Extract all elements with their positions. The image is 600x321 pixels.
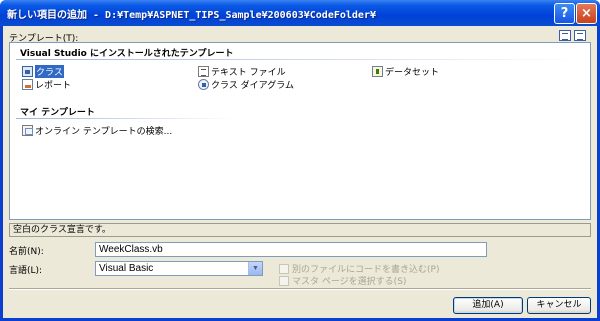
my-templates-heading: マイ テンプレート (20, 108, 95, 118)
template-item-label: レポート (35, 80, 72, 91)
template-item-text-file[interactable]: テキスト ファイル (198, 65, 286, 78)
option-select-master-page[interactable]: マスタ ページを選択する(S) (279, 275, 407, 287)
class-diagram-icon (198, 78, 209, 90)
checkbox[interactable] (279, 275, 289, 286)
template-item-label: テキスト ファイル (211, 67, 286, 78)
checkbox[interactable] (279, 263, 289, 274)
template-item-class-diagram[interactable]: クラス ダイアグラム (198, 78, 294, 91)
template-item-label: オンライン テンプレートの検索... (35, 126, 173, 137)
add-button[interactable]: 追加(A) (453, 297, 523, 314)
template-item-class[interactable]: クラス (22, 64, 64, 78)
add-new-item-dialog: 新しい項目の追加 - D:¥Temp¥ASPNET_TIPS_Sample¥20… (0, 0, 600, 321)
close-button[interactable]: × (576, 3, 597, 24)
report-icon (22, 78, 33, 90)
dataset-icon (372, 65, 383, 77)
large-icons-view-icon[interactable] (559, 30, 571, 41)
dialog-body: テンプレート(T): Visual Studio にインストールされたテンプレー… (3, 26, 597, 318)
template-item-online-search[interactable]: オンライン テンプレートの検索... (22, 124, 173, 137)
installed-templates-heading: Visual Studio にインストールされたテンプレート (20, 49, 234, 59)
cancel-button[interactable]: キャンセル (527, 297, 591, 314)
class-icon (22, 65, 33, 77)
templates-list[interactable]: Visual Studio にインストールされたテンプレート クラス テキスト … (9, 42, 591, 220)
language-selected-value: Visual Basic (99, 263, 154, 274)
template-item-label: クラス ダイアグラム (211, 80, 294, 91)
template-item-label: データセット (385, 67, 440, 78)
option-label: マスタ ページを選択する(S) (292, 277, 407, 287)
footer-divider (9, 288, 591, 290)
template-description: 空白のクラス宣言です。 (9, 223, 591, 237)
language-select[interactable]: Visual Basic ▼ (95, 261, 263, 276)
template-item-label: クラス (35, 64, 64, 78)
window-title: 新しい項目の追加 - D:¥Temp¥ASPNET_TIPS_Sample¥20… (7, 10, 376, 21)
chevron-down-icon[interactable]: ▼ (248, 262, 262, 275)
language-label: 言語(L): (9, 266, 43, 276)
group-divider (16, 59, 586, 60)
template-item-dataset[interactable]: データセット (372, 65, 440, 78)
text-file-icon (198, 65, 209, 77)
group-divider (16, 118, 236, 119)
name-label: 名前(N): (9, 247, 44, 257)
option-separate-code-file[interactable]: 別のファイルにコードを書き込む(P) (279, 263, 439, 275)
title-bar[interactable]: 新しい項目の追加 - D:¥Temp¥ASPNET_TIPS_Sample¥20… (0, 0, 600, 26)
name-input[interactable]: WeekClass.vb (95, 242, 487, 257)
online-search-icon (22, 124, 33, 136)
template-item-report[interactable]: レポート (22, 78, 72, 91)
help-button[interactable]: ? (554, 3, 575, 24)
small-icons-view-icon[interactable] (574, 30, 586, 41)
